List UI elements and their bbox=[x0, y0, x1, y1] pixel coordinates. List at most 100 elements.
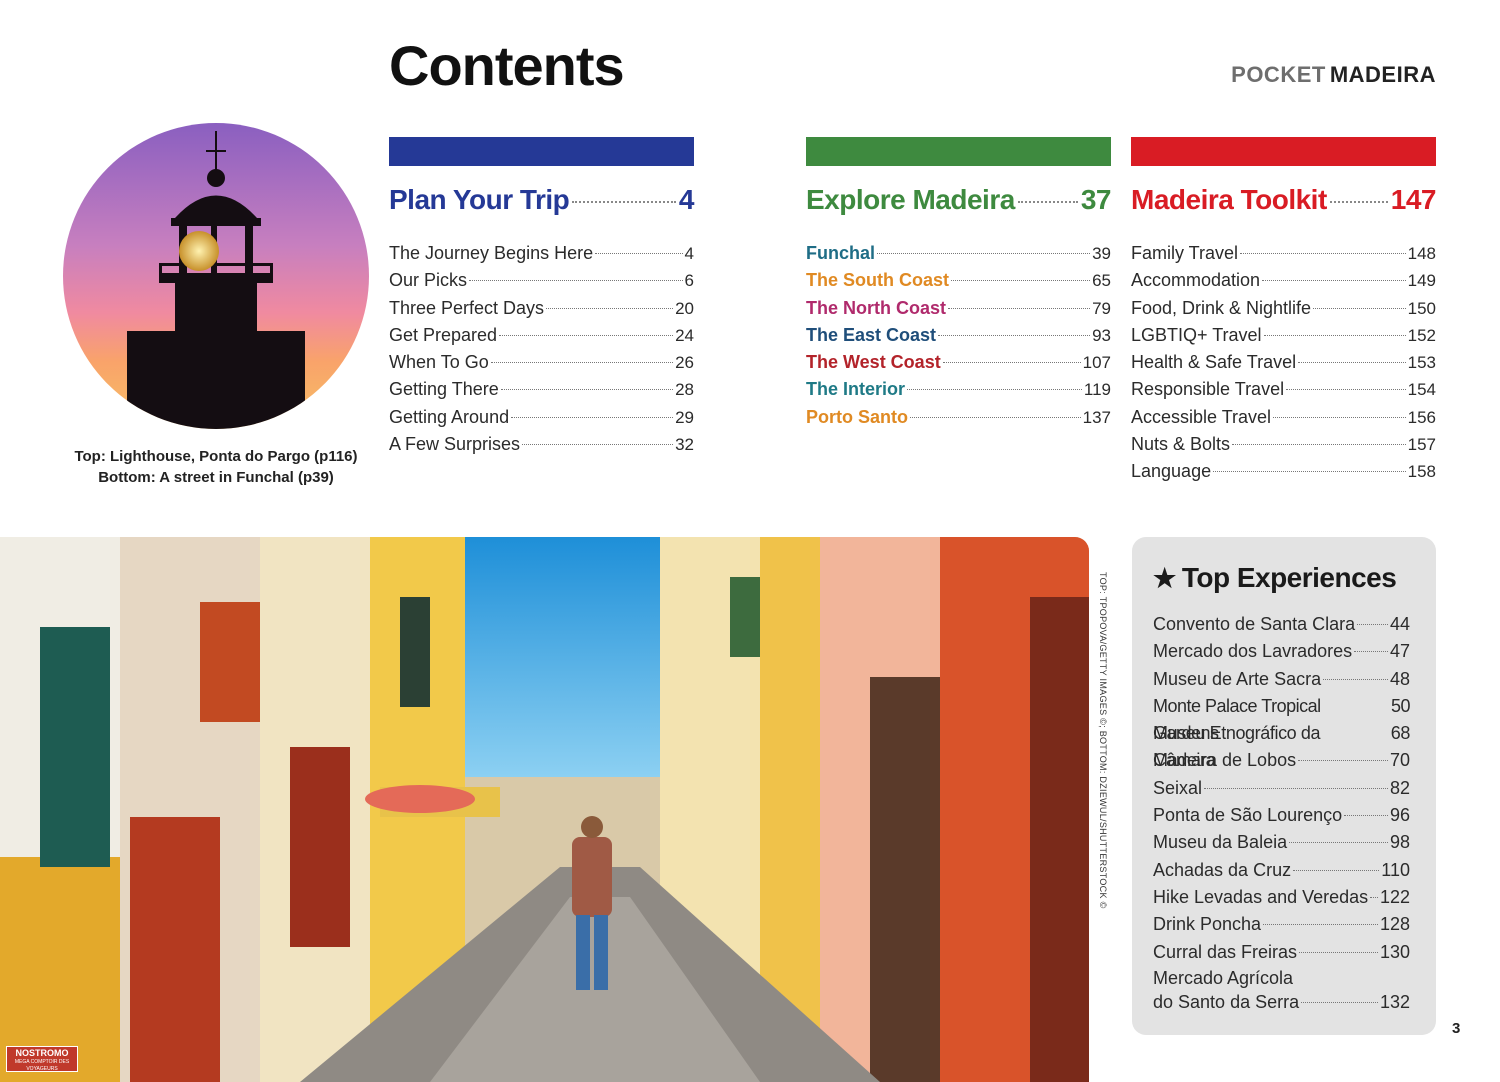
entry-page: 119 bbox=[1083, 380, 1111, 400]
plan-list: The Journey Begins Here 4 Our Picks 6 Thre… bbox=[389, 240, 694, 458]
toc-entry[interactable]: Hike Levadas and Veredas 122 bbox=[1153, 884, 1410, 911]
leader-dots bbox=[1263, 924, 1378, 926]
toc-entry[interactable]: A Few Surprises 32 bbox=[389, 431, 694, 458]
entry-page: 24 bbox=[675, 325, 694, 345]
toc-entry[interactable]: Ponta de São Lourenço 96 bbox=[1153, 802, 1410, 829]
toc-entry[interactable]: Get Prepared 24 bbox=[389, 322, 694, 349]
toc-entry[interactable]: Museu de Arte Sacra 48 bbox=[1153, 666, 1410, 693]
toc-entry[interactable]: Language 158 bbox=[1131, 458, 1436, 485]
entry-page: 79 bbox=[1092, 298, 1111, 318]
entry-page: 4 bbox=[684, 244, 694, 263]
toc-entry[interactable]: Funchal 39 bbox=[806, 240, 1111, 267]
toc-entry[interactable]: LGBTIQ+ Travel 152 bbox=[1131, 322, 1436, 349]
entry-page: 26 bbox=[675, 353, 694, 373]
leader-dots bbox=[1323, 678, 1388, 680]
leader-dots bbox=[1232, 444, 1406, 446]
entry-label: Curral das Freiras bbox=[1153, 941, 1298, 962]
entry-page: 148 bbox=[1407, 244, 1436, 263]
leader-dots bbox=[1354, 651, 1388, 653]
entry-label: A Few Surprises bbox=[389, 434, 521, 455]
leader-dots bbox=[1298, 362, 1406, 364]
toc-entry[interactable]: The East Coast 93 bbox=[806, 322, 1111, 349]
toolkit-heading-label: Madeira Toolkit bbox=[1131, 184, 1327, 215]
entry-page: 82 bbox=[1389, 777, 1410, 798]
toc-entry[interactable]: Our Picks 6 bbox=[389, 267, 694, 294]
leader-dots bbox=[1370, 896, 1378, 898]
page-number: 3 bbox=[1452, 1020, 1461, 1037]
toc-entry[interactable]: Achadas da Cruz 110 bbox=[1153, 857, 1410, 884]
toc-entry[interactable]: Monte Palace Tropical Gardens 50 bbox=[1153, 693, 1411, 743]
toc-entry[interactable]: Getting Around 29 bbox=[389, 404, 694, 431]
explore-heading-label: Explore Madeira bbox=[806, 184, 1015, 215]
toc-entry[interactable]: When To Go 26 bbox=[389, 349, 694, 376]
leader-dots bbox=[1301, 1001, 1378, 1003]
leader-dots bbox=[595, 253, 683, 254]
toc-entry[interactable]: Family Travel 148 bbox=[1131, 240, 1436, 267]
toc-entry[interactable]: The South Coast 65 bbox=[806, 267, 1111, 294]
entry-page: 48 bbox=[1389, 668, 1410, 689]
toc-entry[interactable]: The Journey Begins Here 4 bbox=[389, 240, 694, 267]
entry-label: Drink Poncha bbox=[1153, 914, 1262, 935]
leader-dots bbox=[490, 362, 674, 364]
entry-label: The North Coast bbox=[806, 297, 947, 318]
funchal-street-photo bbox=[0, 537, 1089, 1082]
toc-entry[interactable]: The Interior 119 bbox=[806, 376, 1111, 403]
leader-dots bbox=[951, 280, 1091, 282]
leader-dots bbox=[1289, 842, 1388, 844]
toc-entry[interactable]: Accessible Travel 156 bbox=[1131, 404, 1436, 431]
entry-label: Porto Santo bbox=[806, 406, 908, 427]
toc-entry[interactable]: Mercado dos Lavradores 47 bbox=[1153, 638, 1410, 665]
entry-label: When To Go bbox=[389, 352, 489, 373]
entry-label: Getting There bbox=[389, 379, 499, 400]
entry-page: 20 bbox=[675, 298, 694, 318]
entry-label: Mercado dos Lavradores bbox=[1153, 641, 1353, 662]
plan-heading[interactable]: Plan Your Trip 4 bbox=[389, 184, 695, 216]
explore-heading[interactable]: Explore Madeira 37 bbox=[806, 184, 1112, 216]
entry-page: 70 bbox=[1389, 750, 1410, 771]
toc-entry[interactable]: The West Coast 107 bbox=[806, 349, 1111, 376]
toc-entry[interactable]: Mercado Agrícola do Santo da Serra 132 bbox=[1153, 966, 1410, 1018]
toc-entry[interactable]: Accommodation 149 bbox=[1131, 267, 1436, 294]
entry-page: 158 bbox=[1407, 462, 1436, 482]
toc-entry[interactable]: Responsible Travel 154 bbox=[1131, 376, 1436, 403]
toc-entry[interactable]: Museu da Baleia 98 bbox=[1153, 829, 1410, 856]
toc-entry[interactable]: Porto Santo 137 bbox=[806, 404, 1111, 431]
toc-entry[interactable]: Convento de Santa Clara 44 bbox=[1153, 611, 1410, 638]
leader-dots bbox=[942, 362, 1081, 364]
toc-entry[interactable]: Health & Safe Travel 153 bbox=[1131, 349, 1436, 376]
entry-page: 50 bbox=[1390, 695, 1411, 716]
entry-page: 28 bbox=[675, 380, 694, 400]
leader-dots bbox=[499, 334, 674, 336]
leader-dots bbox=[1017, 201, 1078, 203]
top-experiences-heading: ★ Top Experiences bbox=[1153, 562, 1397, 594]
entry-label: The Journey Begins Here bbox=[389, 243, 594, 263]
leader-dots bbox=[469, 280, 683, 282]
entry-label: The Interior bbox=[806, 379, 906, 400]
toc-entry[interactable]: Seixal 82 bbox=[1153, 775, 1410, 802]
entry-page: 122 bbox=[1379, 886, 1410, 907]
leader-dots bbox=[1344, 815, 1388, 817]
entry-page: 39 bbox=[1092, 244, 1111, 263]
photo-caption: Top: Lighthouse, Ponta do Pargo (p116) B… bbox=[60, 446, 372, 488]
toc-entry[interactable]: Drink Poncha 128 bbox=[1153, 911, 1410, 938]
toc-entry[interactable]: Three Perfect Days 20 bbox=[389, 295, 694, 322]
toc-entry[interactable]: The North Coast 79 bbox=[806, 295, 1111, 322]
entry-page: 65 bbox=[1092, 271, 1111, 291]
toolkit-heading[interactable]: Madeira Toolkit 147 bbox=[1131, 184, 1437, 216]
toc-entry[interactable]: Museu Etnográfico da Madeira 68 bbox=[1153, 720, 1410, 770]
leader-dots bbox=[938, 334, 1091, 336]
entry-label: Language bbox=[1131, 461, 1212, 482]
toc-entry[interactable]: Food, Drink & Nightlife 150 bbox=[1131, 295, 1436, 322]
leader-dots bbox=[1262, 280, 1406, 282]
entry-page: 29 bbox=[675, 407, 694, 427]
entry-label: Convento de Santa Clara bbox=[1153, 614, 1356, 634]
plan-heading-page: 4 bbox=[678, 184, 695, 215]
entry-page: 154 bbox=[1407, 380, 1436, 400]
entry-page: 44 bbox=[1389, 614, 1410, 634]
entry-label: Museu da Baleia bbox=[1153, 832, 1288, 853]
toc-entry[interactable]: Nuts & Bolts 157 bbox=[1131, 431, 1436, 458]
toc-entry[interactable]: Curral das Freiras 130 bbox=[1153, 939, 1410, 966]
leader-dots bbox=[522, 444, 674, 446]
toc-entry[interactable]: Getting There 28 bbox=[389, 376, 694, 403]
photo-credit: TOP: TPOPOVA/GETTY IMAGES ©; BOTTOM: DZI… bbox=[1094, 572, 1108, 992]
